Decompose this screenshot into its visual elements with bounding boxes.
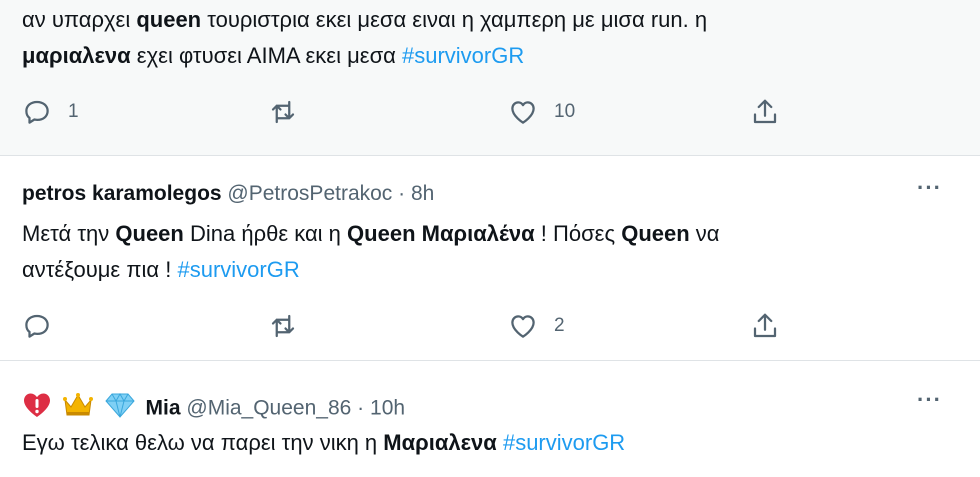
author-handle[interactable]: @PetrosPetrakoc: [227, 182, 392, 205]
more-options-icon[interactable]: ···: [917, 177, 942, 199]
tweet-2[interactable]: petros karamolegos @PetrosPetrakoc · 8h …: [0, 156, 980, 360]
retweet-button[interactable]: [268, 306, 314, 346]
heart-icon: [511, 315, 535, 338]
like-count: 10: [554, 101, 576, 122]
tweet-text-segment: να: [689, 221, 720, 246]
highlighted-keyword: Queen Μαριαλένα: [347, 221, 535, 246]
diamond-icon: [104, 392, 136, 426]
highlighted-keyword: queen: [136, 7, 202, 32]
reply-count: 1: [68, 101, 79, 122]
highlighted-keyword: μαριαλενα: [22, 43, 131, 68]
share-icon: [753, 313, 777, 338]
tweet-header: petros karamolegos @PetrosPetrakoc · 8h: [22, 180, 434, 208]
tweet-text-segment: ! Πόσες: [534, 221, 622, 246]
author-name[interactable]: Mia: [146, 397, 181, 420]
tweet-text-segment: τουριστρια εκει μεσα ειναι η χαμπερη με …: [201, 7, 708, 32]
retweet-button[interactable]: [268, 92, 314, 132]
tweet-text-segment: αντέξουμε πια !: [22, 257, 178, 282]
share-button[interactable]: [750, 92, 780, 132]
tweet-text-segment: Dina ήρθε και η: [183, 221, 348, 246]
like-button[interactable]: 10: [508, 92, 575, 132]
tweet-text: Εγω τελικα θελω να παρει την νικη η Μαρι…: [22, 425, 952, 461]
heart-icon: [511, 101, 535, 124]
tweet-text-segment: Μετά την: [22, 221, 116, 246]
tweet-actions: 2: [0, 306, 980, 346]
tweet-header: Mia @Mia_Queen_86 · 10h: [22, 392, 405, 426]
like-count: 2: [554, 315, 565, 336]
reply-icon: [25, 314, 49, 338]
tweet-time[interactable]: 8h: [411, 182, 434, 205]
tweet-actions: 1 10: [0, 92, 980, 132]
heart-exclamation-icon: [22, 392, 52, 426]
separator-dot: ·: [357, 396, 365, 420]
retweet-icon: [271, 100, 295, 124]
more-options-icon[interactable]: ···: [917, 389, 942, 411]
hashtag-link[interactable]: #survivorGR: [177, 257, 299, 282]
separator-dot: ·: [398, 182, 406, 205]
share-button[interactable]: [750, 306, 780, 346]
tweet-time[interactable]: 10h: [370, 397, 405, 420]
reply-button[interactable]: [22, 306, 68, 346]
highlighted-keyword: Queen: [115, 221, 184, 246]
hashtag-link[interactable]: #survivorGR: [402, 43, 524, 68]
tweet-3[interactable]: Mia @Mia_Queen_86 · 10h ··· Εγω τελικα θ…: [0, 361, 980, 477]
like-button[interactable]: 2: [508, 306, 565, 346]
highlighted-keyword: Queen: [621, 221, 690, 246]
tweet-text-segment: Εγω τελικα θελω να παρει την νικη η: [22, 430, 384, 455]
share-icon: [753, 99, 777, 124]
tweet-text: Μετά την Queen Dina ήρθε και η Queen Μαρ…: [22, 216, 952, 288]
tweet-text-segment: αν υπαρχει: [22, 7, 137, 32]
reply-icon: [25, 100, 49, 124]
tweet-text-segment: εχει φτυσει ΑΙΜΑ εκει μεσα: [130, 43, 402, 68]
hashtag-link[interactable]: #survivorGR: [503, 430, 625, 455]
retweet-icon: [271, 314, 295, 338]
highlighted-keyword: Μαριαλενα: [383, 430, 497, 455]
tweet-text: αν υπαρχει queen τουριστρια εκει μεσα ει…: [22, 2, 952, 74]
author-name[interactable]: petros karamolegos: [22, 182, 222, 205]
tweet-1[interactable]: αν υπαρχει queen τουριστρια εκει μεσα ει…: [0, 0, 980, 155]
crown-icon: [62, 392, 94, 426]
author-handle[interactable]: @Mia_Queen_86: [186, 397, 351, 420]
reply-button[interactable]: 1: [22, 92, 79, 132]
